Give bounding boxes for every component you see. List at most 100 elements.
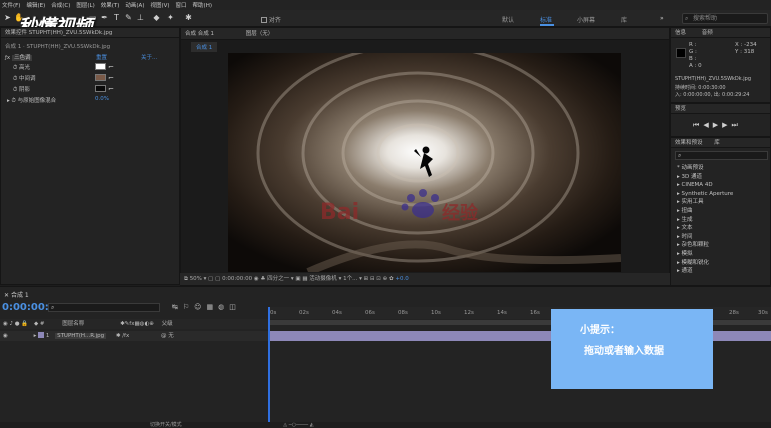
help-search-input[interactable]: ⌕ 搜索帮助 — [682, 13, 768, 24]
more-workspaces-icon[interactable]: » — [660, 15, 664, 22]
midtones-color-swatch[interactable] — [95, 74, 106, 81]
column-layer-name[interactable]: 图层名称 — [62, 321, 84, 327]
menu-layer[interactable]: 图层(L) — [76, 1, 94, 9]
workspace-small-screen[interactable]: 小屏幕 — [577, 15, 595, 24]
viewer-options-icon[interactable]: ⧉ — [184, 276, 188, 282]
last-frame-icon[interactable]: ⏭ — [731, 121, 741, 129]
tab-effects-presets[interactable]: 效果和预设 — [675, 140, 703, 146]
play-icon[interactable]: ▶ — [713, 121, 722, 129]
eyedropper-icon[interactable]: ⌐ — [108, 74, 114, 82]
column-parent[interactable]: 父级 — [162, 321, 173, 327]
effect-category[interactable]: ▸ 通道 — [671, 267, 770, 276]
menu-help[interactable]: 帮助(H) — [193, 1, 212, 9]
view-tools-icon[interactable]: ▾ ⊞ ⊟ ⊡ ⊕ ✿ — [359, 276, 395, 282]
effect-category[interactable]: ▸ 模糊和锐化 — [671, 259, 770, 268]
tab-audio[interactable]: 音频 — [702, 30, 713, 36]
composition-subtab[interactable]: 合成 1 — [191, 42, 218, 52]
snapshot-icon[interactable]: ◉ ♣ — [254, 276, 267, 282]
eraser-tool-icon[interactable]: ◆ — [152, 13, 161, 22]
current-timecode[interactable]: 0:00:00:00 — [222, 276, 252, 282]
first-frame-icon[interactable]: ⏮ — [693, 121, 703, 129]
graph-editor-icon[interactable]: ◫ — [229, 303, 241, 311]
menu-effect[interactable]: 效果(T) — [101, 1, 120, 9]
roto-tool-icon[interactable]: ✦ — [166, 13, 175, 22]
composition-viewer[interactable]: Bai 经验 — [228, 53, 621, 272]
zoom-slider-icon[interactable]: ◬ ─○──── ◭ — [283, 422, 313, 428]
selection-tool-icon[interactable]: ➤ — [3, 13, 12, 22]
toggle-switches-modes[interactable]: 切换开关/模式 — [150, 422, 182, 428]
layer-name[interactable]: STUPHT(H...R.jpg — [55, 333, 107, 339]
menu-animation[interactable]: 动画(A) — [125, 1, 144, 9]
effect-category[interactable]: ▸ 3D 通道 — [671, 173, 770, 182]
parent-value[interactable]: 无 — [168, 333, 174, 339]
camera-select[interactable]: 活动摄像机 — [309, 276, 337, 282]
menu-composition[interactable]: 合成(C) — [51, 1, 70, 9]
workspace-default[interactable]: 默认 — [502, 15, 514, 24]
tab-library[interactable]: 库 — [714, 140, 720, 146]
effect-controls-header[interactable]: 效果控件 STUPHT(HH)_ZVU.5SWkDk.jpg — [1, 28, 179, 38]
effect-category[interactable]: ▸ 文本 — [671, 224, 770, 233]
effect-category[interactable]: ▸ 实用工具 — [671, 198, 770, 207]
expand-arrow-icon[interactable]: ▸ — [7, 98, 10, 104]
workspace-standard[interactable]: 标准 — [540, 15, 552, 24]
timeline-search-input[interactable]: ⌕ — [48, 303, 160, 312]
effects-search-input[interactable]: ⌕ — [675, 151, 768, 160]
type-tool-icon[interactable]: T — [112, 13, 121, 22]
zoom-level[interactable]: 50% — [190, 276, 202, 282]
menu-view[interactable]: 视图(V) — [150, 1, 169, 9]
prev-frame-icon[interactable]: ◀ — [703, 121, 712, 129]
effect-category[interactable]: ▸ 杂色和颗粒 — [671, 241, 770, 250]
effect-category[interactable]: ▸ 扭曲 — [671, 207, 770, 216]
highlights-color-swatch[interactable] — [95, 63, 106, 70]
tab-composition[interactable]: 合成 合成 1 — [185, 31, 214, 37]
effect-category[interactable]: ▸ 生成 — [671, 216, 770, 225]
eye-icon[interactable]: ◉ — [3, 333, 8, 339]
motion-blur-icon[interactable]: ◍ — [218, 303, 229, 311]
menu-file[interactable]: 文件(F) — [2, 1, 20, 9]
menu-edit[interactable]: 编辑(E) — [26, 1, 45, 9]
layer-switches-icon[interactable]: ✱ /fx — [116, 333, 129, 339]
effect-toggle-icon[interactable]: ƒx — [5, 55, 10, 61]
blend-value[interactable]: 0.0% — [95, 96, 109, 102]
tab-layer[interactable]: 图层（无） — [246, 31, 274, 37]
effect-reset-link[interactable]: 重置 — [96, 53, 107, 61]
effect-about-link[interactable]: 关于... — [141, 53, 157, 61]
close-icon[interactable]: ✕ — [4, 292, 9, 299]
tab-info[interactable]: 信息 — [675, 30, 686, 36]
effect-row-tritone[interactable]: ƒx 三色调 — [5, 53, 33, 61]
pen-tool-icon[interactable]: ✒ — [100, 13, 109, 22]
layer-row[interactable]: ◉ ▸ 1 STUPHT(H...R.jpg ✱ /fx @ 无 — [0, 331, 268, 341]
parent-pickwhip-icon[interactable]: @ — [161, 333, 167, 339]
label-color-icon[interactable] — [38, 332, 45, 338]
stopwatch-icon[interactable]: ⏱ — [13, 65, 17, 71]
timeline-tab[interactable]: ✕ 合成 1 — [4, 290, 29, 299]
effect-category[interactable]: ▸ CINEMA 4D — [671, 181, 770, 190]
stopwatch-icon[interactable]: ⏱ — [13, 87, 17, 93]
workspace-library[interactable]: 库 — [621, 15, 627, 24]
menu-window[interactable]: 窗口 — [176, 1, 187, 9]
brush-tool-icon[interactable]: ✎ — [124, 13, 133, 22]
shadows-color-swatch[interactable] — [95, 85, 106, 92]
snap-toggle[interactable]: 对齐 — [261, 15, 281, 24]
fit-icon[interactable]: ▾ ▢ ▢ — [204, 276, 222, 282]
shy-layers-icon[interactable]: ☺ — [194, 303, 206, 311]
preview-title[interactable]: 预览 — [671, 104, 770, 114]
effect-category[interactable]: ▸ 模拟 — [671, 250, 770, 259]
frame-blending-icon[interactable]: ▦ — [206, 303, 218, 311]
view-layout-select[interactable]: 1个... — [343, 276, 357, 282]
playhead[interactable] — [268, 307, 270, 423]
comp-flowchart-icon[interactable]: ↹ — [172, 303, 183, 311]
eyedropper-icon[interactable]: ⌐ — [108, 85, 114, 93]
draft-3d-icon[interactable]: ⚐ — [183, 303, 194, 311]
puppet-tool-icon[interactable]: ✱ — [184, 13, 193, 22]
eyedropper-icon[interactable]: ⌐ — [108, 63, 114, 71]
stopwatch-icon[interactable]: ⏱ — [12, 98, 16, 104]
stopwatch-icon[interactable]: ⏱ — [13, 76, 17, 82]
exposure-value[interactable]: +0.0 — [395, 276, 408, 282]
clone-tool-icon[interactable]: ⊥ — [136, 13, 145, 22]
resolution-select[interactable]: 四分之一 — [267, 276, 289, 282]
effect-category[interactable]: ▸ 时间 — [671, 233, 770, 242]
effect-category[interactable]: ▸ Synthetic Aperture — [671, 190, 770, 199]
roi-icon[interactable]: ▾ ▣ ▦ — [291, 276, 309, 282]
expand-arrow-icon[interactable]: ▸ — [34, 333, 37, 339]
